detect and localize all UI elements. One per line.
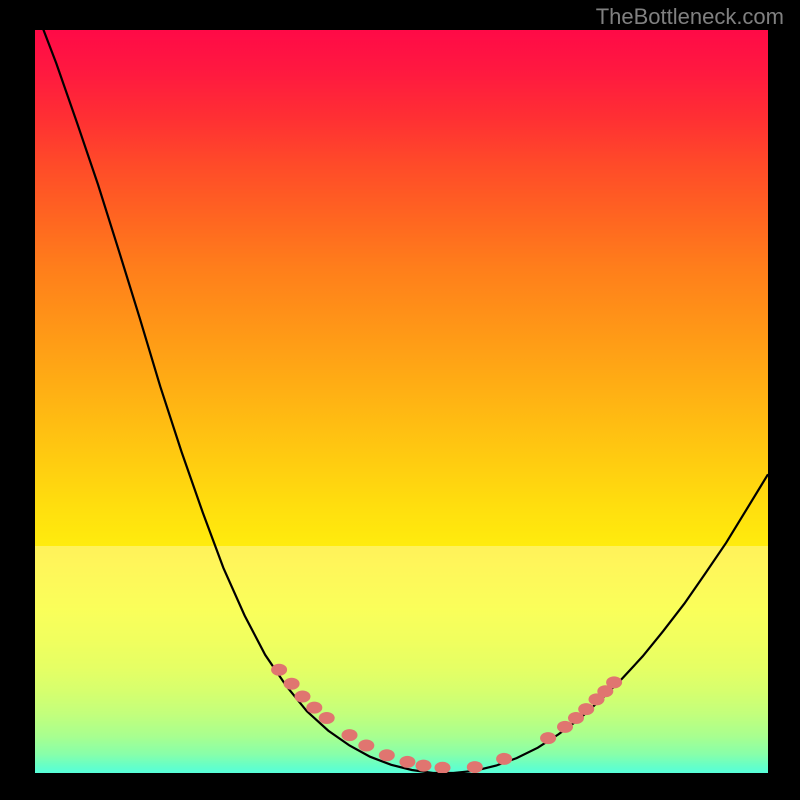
plot-area (35, 30, 768, 773)
chart-svg (35, 30, 768, 773)
watermark-text: TheBottleneck.com (596, 4, 784, 30)
curve-line (35, 30, 768, 773)
highlight-dots (271, 664, 622, 773)
